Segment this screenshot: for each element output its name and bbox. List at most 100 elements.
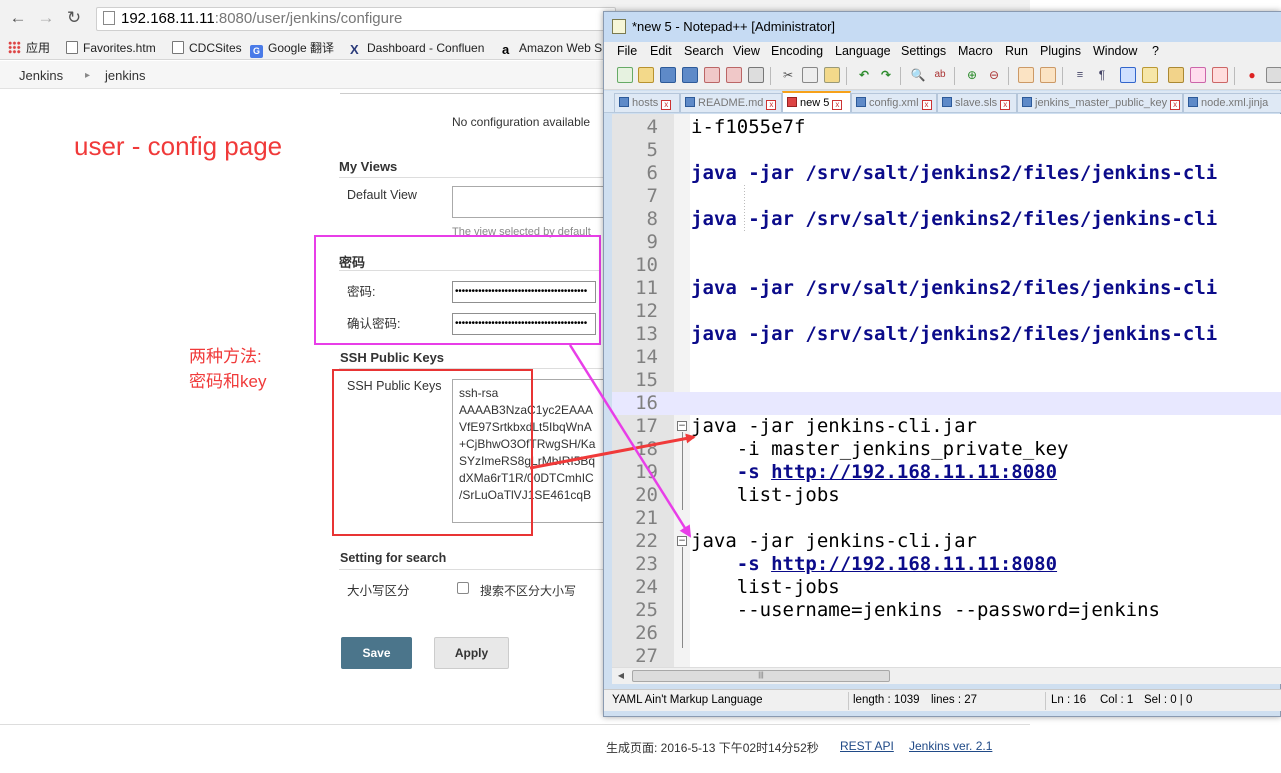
fold-line [682, 547, 683, 648]
divider [340, 93, 620, 94]
record-macro-icon[interactable]: ● [1244, 67, 1260, 83]
menu-bar: File Edit Search View Encoding Language … [604, 42, 1281, 62]
code-view[interactable]: 4 i-f1055e7f 5 6 java -jar /srv/salt/jenkins… [612, 114, 1281, 667]
zoom-in-icon[interactable]: ⊕ [964, 67, 980, 83]
menu-window[interactable]: Window [1093, 44, 1137, 58]
menu-edit[interactable]: Edit [650, 44, 672, 58]
save-icon[interactable] [660, 67, 676, 83]
menu-help[interactable]: ? [1152, 44, 1159, 58]
menu-language[interactable]: Language [835, 44, 891, 58]
tab-new-5[interactable]: new 5x [782, 91, 851, 112]
find-icon[interactable]: 🔍 [910, 67, 926, 83]
code-text: java -jar /srv/salt/jenkins2/files/jenki… [691, 323, 1217, 346]
indent-guide-icon[interactable] [1120, 67, 1136, 83]
bookmark-apps[interactable]: 应用 [8, 40, 50, 56]
breadcrumb-user[interactable]: jenkins [105, 68, 145, 83]
address-bar[interactable]: 192.168.11.11:8080/user/jenkins/configur… [96, 7, 616, 31]
page-icon [172, 41, 184, 54]
breadcrumb-jenkins[interactable]: Jenkins [19, 68, 63, 83]
menu-file[interactable]: File [617, 44, 637, 58]
fold-toggle-icon[interactable]: − [677, 536, 687, 546]
menu-view[interactable]: View [733, 44, 760, 58]
tab-hosts[interactable]: hosts x [614, 93, 680, 112]
new-file-icon[interactable] [617, 67, 633, 83]
bookmark-cdcsites[interactable]: CDCSites [172, 40, 242, 56]
code-line: 8 java -jar /srv/salt/jenkins2/files/jenk… [612, 208, 1281, 231]
redo-icon[interactable]: ↷ [878, 67, 894, 83]
code-text: java -jar jenkins-cli.jar [691, 530, 977, 552]
tab-readme[interactable]: README.md x [680, 93, 782, 112]
folder-as-workspace-icon[interactable] [1212, 67, 1228, 83]
sync-vertical-icon[interactable] [1018, 67, 1034, 83]
page-icon [66, 41, 78, 54]
close-icon[interactable]: x [921, 100, 932, 110]
case-insensitive-checkbox[interactable] [457, 582, 469, 594]
jenkins-version-link[interactable]: Jenkins ver. 2.1 [909, 739, 992, 753]
close-icon[interactable]: x [661, 100, 672, 110]
menu-macro[interactable]: Macro [958, 44, 993, 58]
copy-icon[interactable] [802, 67, 818, 83]
editor-area[interactable]: 4 i-f1055e7f 5 6 java -jar /srv/salt/jenkins… [612, 114, 1281, 667]
line-number: 24 [635, 576, 658, 598]
code-url-link[interactable]: http://192.168.11.11:8080 [771, 553, 1057, 575]
undo-icon[interactable]: ↶ [856, 67, 872, 83]
close-icon[interactable]: x [832, 100, 843, 110]
close-all-icon[interactable] [726, 67, 742, 83]
close-icon[interactable]: x [766, 100, 777, 110]
fold-line [682, 432, 683, 510]
apply-button[interactable]: Apply [434, 637, 509, 669]
bookmark-google-translate[interactable]: G Google 翻译 [250, 40, 334, 58]
tab-slave-sls[interactable]: slave.sls x [937, 93, 1017, 112]
code-keyword-text: java -jar /srv/salt/jenkins2/files/jenki… [691, 323, 1218, 345]
show-all-chars-icon[interactable]: ¶ [1094, 67, 1110, 83]
saved-icon [1022, 97, 1032, 107]
replace-icon[interactable]: ab [932, 67, 948, 83]
doc-map-icon[interactable] [1168, 67, 1184, 83]
close-icon[interactable]: x [1000, 100, 1011, 110]
paste-icon[interactable] [824, 67, 840, 83]
function-list-icon[interactable] [1190, 67, 1206, 83]
tab-jenkins-master-public-key[interactable]: jenkins_master_public_key x [1017, 93, 1183, 112]
status-bar: YAML Ain't Markup Language length : 1039… [604, 689, 1281, 711]
code-line: 23 -s http://192.168.11.11:8080 [612, 553, 1281, 576]
toolbar-separator [846, 67, 847, 85]
rest-api-link[interactable]: REST API [840, 739, 894, 753]
save-all-icon[interactable] [682, 67, 698, 83]
arrow-left-icon[interactable]: ← [8, 8, 28, 28]
annotation-methods-line1: 两种方法: [189, 347, 262, 366]
open-file-icon[interactable] [638, 67, 654, 83]
word-wrap-icon[interactable]: ≡ [1072, 67, 1088, 83]
arrow-right-icon[interactable]: → [36, 8, 56, 28]
scroll-left-icon[interactable]: ◀ [615, 670, 627, 682]
print-icon[interactable] [748, 67, 764, 83]
url-host: 192.168.11.11 [121, 10, 215, 27]
fold-toggle-icon[interactable]: − [677, 421, 687, 431]
menu-plugins[interactable]: Plugins [1040, 44, 1081, 58]
sync-horizontal-icon[interactable] [1040, 67, 1056, 83]
tab-node-xml-jinja[interactable]: node.xml.jinja [1183, 93, 1281, 112]
menu-run[interactable]: Run [1005, 44, 1028, 58]
tab-label: new 5 [800, 97, 830, 109]
stop-macro-icon[interactable] [1266, 67, 1281, 83]
bookmark-dashboard[interactable]: X Dashboard - Confluen [350, 40, 484, 56]
close-icon[interactable]: x [1170, 100, 1181, 110]
menu-settings[interactable]: Settings [901, 44, 946, 58]
line-number: 14 [635, 346, 658, 368]
reload-icon[interactable]: ↻ [64, 8, 84, 28]
menu-search[interactable]: Search [684, 44, 724, 58]
code-url-link[interactable]: http://192.168.11.11:8080 [771, 461, 1057, 483]
ssh-key-highlight-box [332, 369, 533, 536]
default-view-input[interactable] [452, 186, 617, 218]
bookmark-favorites[interactable]: Favorites.htm [66, 40, 156, 56]
zoom-out-icon[interactable]: ⊖ [986, 67, 1002, 83]
horizontal-scrollbar[interactable]: ◀ ||| [612, 667, 1281, 684]
close-file-icon[interactable] [704, 67, 720, 83]
menu-encoding[interactable]: Encoding [771, 44, 823, 58]
tab-config-xml[interactable]: config.xml x [851, 93, 937, 112]
save-button[interactable]: Save [341, 637, 412, 669]
udl-icon[interactable] [1142, 67, 1158, 83]
bookmark-amazon[interactable]: a Amazon Web S [502, 40, 602, 56]
scrollbar-thumb[interactable]: ||| [632, 670, 890, 682]
code-keyword-text: java -jar /srv/salt/jenkins2/files/jenki… [691, 162, 1218, 184]
cut-icon[interactable]: ✂ [780, 67, 796, 83]
